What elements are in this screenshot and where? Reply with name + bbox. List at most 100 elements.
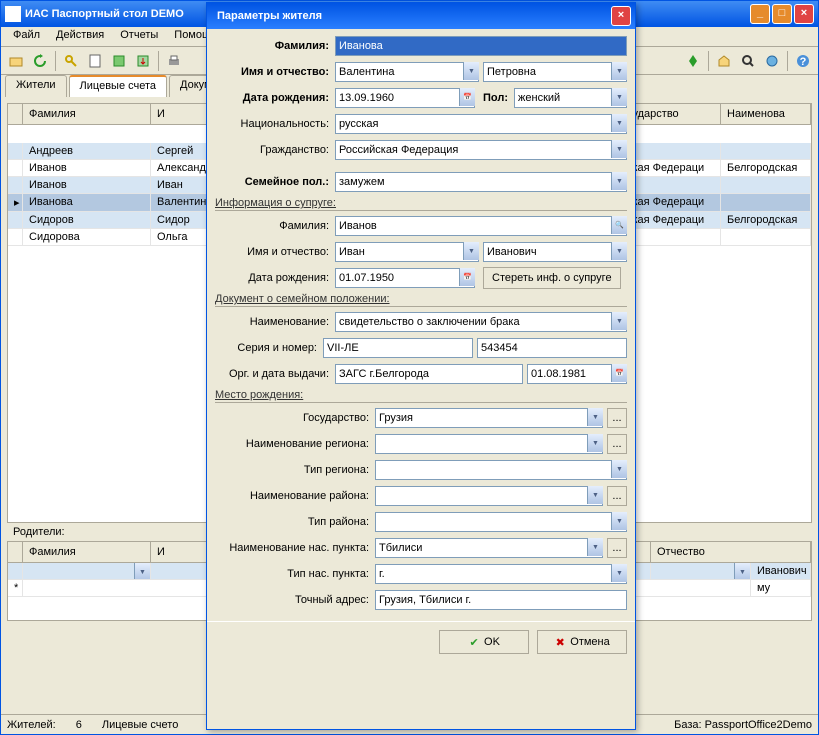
sp-dob-input[interactable] — [335, 268, 475, 288]
tb-key-icon[interactable] — [60, 50, 82, 72]
maximize-button[interactable]: □ — [772, 4, 792, 24]
col-name[interactable]: И — [151, 104, 211, 124]
tb-nav1-icon[interactable] — [682, 50, 704, 72]
chevron-down-icon[interactable]: ▼ — [611, 512, 627, 530]
regname-input[interactable] — [375, 434, 603, 454]
tb-refresh-icon[interactable] — [29, 50, 51, 72]
menu-reports[interactable]: Отчеты — [112, 27, 166, 46]
chevron-down-icon[interactable]: ▼ — [587, 408, 603, 426]
col-region[interactable]: Наименова — [721, 104, 811, 124]
chevron-down-icon[interactable]: ▼ — [611, 460, 627, 478]
sp-surname-input[interactable] — [335, 216, 627, 236]
chevron-down-icon[interactable]: ▼ — [587, 538, 603, 556]
doc-org-input[interactable] — [335, 364, 523, 384]
towntype-label: Тип нас. пункта: — [215, 568, 375, 580]
state-browse-button[interactable]: ... — [607, 408, 627, 428]
doc-group: Документ о семейном положении: — [215, 293, 627, 307]
calendar-icon[interactable]: 📅 — [611, 364, 627, 382]
spouse-group: Информация о супруге: — [215, 197, 627, 211]
doc-name-input[interactable] — [335, 312, 627, 332]
disttype-input[interactable] — [375, 512, 627, 532]
chevron-down-icon[interactable]: ▼ — [587, 486, 603, 504]
chevron-down-icon[interactable]: ▼ — [734, 563, 750, 579]
tb-search-icon[interactable] — [737, 50, 759, 72]
sp-dob-label: Дата рождения: — [215, 272, 335, 284]
calendar-icon[interactable]: 📅 — [459, 268, 475, 286]
minimize-button[interactable]: _ — [750, 4, 770, 24]
sp-name-label: Имя и отчество: — [215, 246, 335, 258]
tab-accounts[interactable]: Лицевые счета — [69, 75, 167, 97]
nat-input[interactable] — [335, 114, 627, 134]
col-surname[interactable]: Фамилия — [23, 104, 151, 124]
state-input[interactable] — [375, 408, 603, 428]
clear-spouse-button[interactable]: Стереть инф. о супруге — [483, 267, 621, 289]
chevron-down-icon[interactable]: ▼ — [463, 62, 479, 80]
cit-input[interactable] — [335, 140, 627, 160]
chevron-down-icon[interactable]: ▼ — [611, 88, 627, 106]
pcol-surname[interactable]: Фамилия — [23, 542, 151, 562]
doc-number-input[interactable] — [477, 338, 627, 358]
chevron-down-icon[interactable]: ▼ — [611, 312, 627, 330]
cross-icon: ✖ — [554, 636, 566, 648]
marital-label: Семейное пол.: — [215, 176, 335, 188]
col-state[interactable]: сударство — [621, 104, 721, 124]
doc-series-input[interactable] — [323, 338, 473, 358]
svg-text:?: ? — [800, 56, 807, 68]
townname-label: Наименование нас. пункта: — [215, 542, 375, 554]
tb-export-icon[interactable] — [108, 50, 130, 72]
firstname-input[interactable] — [335, 62, 479, 82]
tb-globe-icon[interactable] — [761, 50, 783, 72]
chevron-down-icon[interactable]: ▼ — [587, 434, 603, 452]
chevron-down-icon[interactable]: ▼ — [611, 62, 627, 80]
towntype-input[interactable] — [375, 564, 627, 584]
surname-label: Фамилия: — [215, 40, 335, 52]
dob-label: Дата рождения: — [215, 92, 335, 104]
menu-file[interactable]: Файл — [5, 27, 48, 46]
pcol-name[interactable]: И — [151, 542, 211, 562]
chevron-down-icon[interactable]: ▼ — [611, 114, 627, 132]
chevron-down-icon[interactable]: ▼ — [134, 563, 150, 579]
doc-name-label: Наименование: — [215, 316, 335, 328]
cancel-button[interactable]: ✖Отмена — [537, 630, 627, 654]
distname-browse-button[interactable]: ... — [607, 486, 627, 506]
marital-input[interactable] — [335, 172, 627, 192]
search-icon[interactable]: 🔍 — [611, 216, 627, 234]
resident-dialog: Параметры жителя × Фамилия: Имя и отчест… — [206, 2, 636, 730]
regname-browse-button[interactable]: ... — [607, 434, 627, 454]
doc-ser-label: Серия и номер: — [215, 342, 323, 354]
dialog-titlebar: Параметры жителя × — [207, 3, 635, 29]
ok-button[interactable]: ✔OK — [439, 630, 529, 654]
dialog-close-button[interactable]: × — [611, 6, 631, 26]
tb-help-icon[interactable]: ? — [792, 50, 814, 72]
chevron-down-icon[interactable]: ▼ — [611, 172, 627, 190]
dob-input[interactable] — [335, 88, 475, 108]
tb-open-icon[interactable] — [5, 50, 27, 72]
surname-input[interactable] — [335, 36, 627, 56]
chevron-down-icon[interactable]: ▼ — [611, 140, 627, 158]
tb-print-icon[interactable] — [163, 50, 185, 72]
sp-middlename-input[interactable] — [483, 242, 627, 262]
tb-home-icon[interactable] — [713, 50, 735, 72]
middlename-input[interactable] — [483, 62, 627, 82]
calendar-icon[interactable]: 📅 — [459, 88, 475, 106]
townname-browse-button[interactable]: ... — [607, 538, 627, 558]
menu-actions[interactable]: Действия — [48, 27, 112, 46]
townname-input[interactable] — [375, 538, 603, 558]
tb-import-icon[interactable] — [132, 50, 154, 72]
tb-doc-icon[interactable] — [84, 50, 106, 72]
tab-residents[interactable]: Жители — [5, 75, 67, 97]
chevron-down-icon[interactable]: ▼ — [611, 564, 627, 582]
addr-input[interactable] — [375, 590, 627, 610]
chevron-down-icon[interactable]: ▼ — [611, 242, 627, 260]
nat-label: Национальность: — [215, 118, 335, 130]
sp-firstname-input[interactable] — [335, 242, 479, 262]
app-icon — [5, 6, 21, 22]
close-button[interactable]: × — [794, 4, 814, 24]
regtype-label: Тип региона: — [215, 464, 375, 476]
chevron-down-icon[interactable]: ▼ — [463, 242, 479, 260]
regname-label: Наименование региона: — [215, 438, 375, 450]
distname-input[interactable] — [375, 486, 603, 506]
doc-org-label: Орг. и дата выдачи: — [215, 368, 335, 380]
regtype-input[interactable] — [375, 460, 627, 480]
pcol-patr[interactable]: Отчество — [651, 542, 811, 562]
